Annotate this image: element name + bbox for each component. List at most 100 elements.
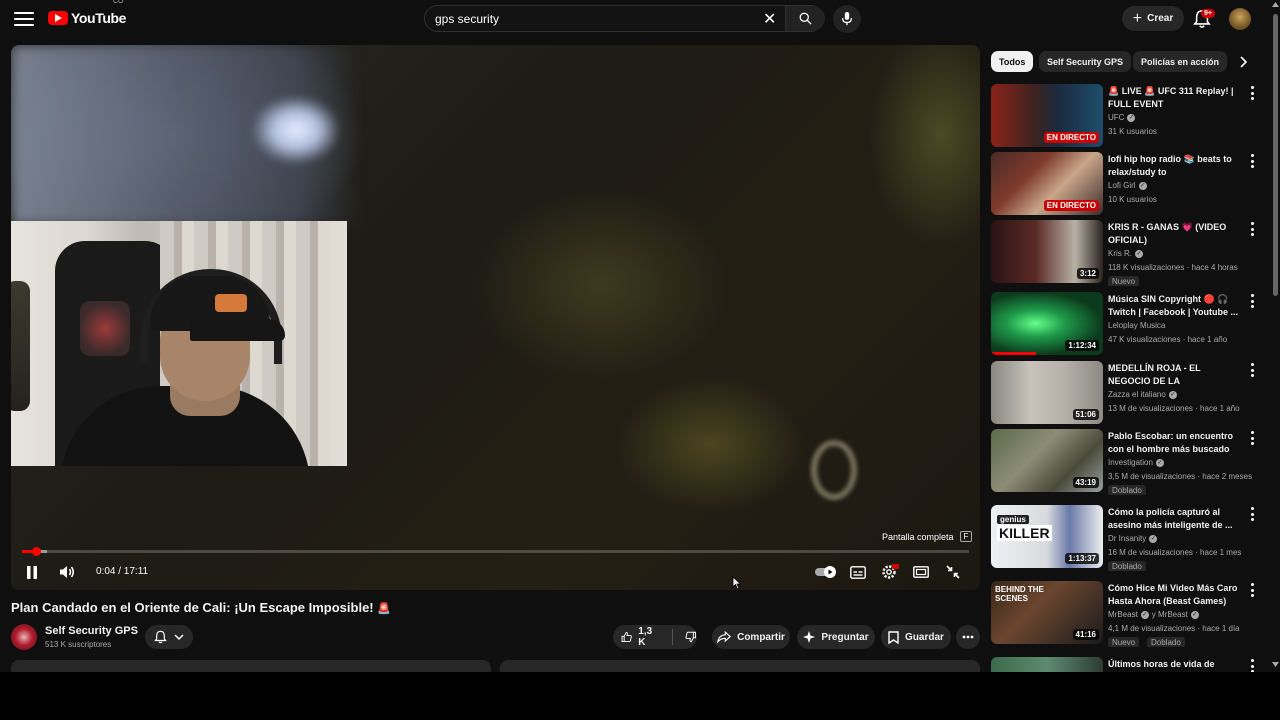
more-options-icon[interactable] <box>1248 507 1256 521</box>
theater-mode-button[interactable] <box>912 564 930 580</box>
recommendation-item[interactable]: 51:06 MEDELLÍN ROJA - EL NEGOCIO DE LA PR… <box>991 361 1261 427</box>
recommendation-title[interactable]: MEDELLÍN ROJA - EL NEGOCIO DE LA PROSTIT… <box>1108 362 1244 388</box>
recommendation-channel[interactable]: Lofi Girl ✓ <box>1108 181 1147 190</box>
video-thumbnail[interactable]: genius KILLER 1:13:37 <box>991 505 1103 568</box>
scrollbar-thumb[interactable] <box>1273 14 1278 296</box>
recommendation-title[interactable]: 🚨 LIVE 🚨 UFC 311 Replay! | FULL EVENT <box>1108 85 1244 111</box>
video-thumbnail[interactable]: 3:12 <box>991 220 1103 283</box>
video-player[interactable]: Pantalla completa F 0:04 / 17:11 <box>11 45 980 590</box>
share-button[interactable]: Compartir <box>712 625 790 649</box>
recommendation-title[interactable]: Cómo Hice Mi Video Más Caro Hasta Ahora … <box>1108 582 1244 608</box>
verified-check-icon: ✓ <box>1138 181 1147 190</box>
duration-badge: 51:06 <box>1072 409 1099 420</box>
video-thumbnail[interactable] <box>991 657 1103 672</box>
autoplay-toggle[interactable] <box>815 564 837 580</box>
more-dot <box>1250 583 1254 586</box>
logo-text: YouTube <box>71 10 127 26</box>
pause-button[interactable] <box>24 564 40 580</box>
progress-scrubber[interactable] <box>31 547 41 556</box>
recommendation-item[interactable]: 3:12 KRIS R - GANAS 💗 (VIDEO OFICIAL) Kris… <box>991 220 1261 286</box>
more-options-icon[interactable] <box>1248 86 1256 100</box>
more-actions-button[interactable] <box>956 625 980 649</box>
voice-search-button[interactable] <box>833 5 861 33</box>
more-options-icon[interactable] <box>1248 431 1256 445</box>
like-button[interactable]: 1,3 K <box>621 626 658 648</box>
recommendation-item[interactable]: BEHIND THE SCENES 41:16 Cómo Hice Mi Video… <box>991 581 1261 647</box>
more-options-icon[interactable] <box>1248 583 1256 597</box>
recommendation-item[interactable]: EN DIRECTO lofi hip hop radio 📚 beats to … <box>991 152 1261 218</box>
recommendation-channel[interactable]: MrBeast ✓ y MrBeast ✓ <box>1108 610 1199 619</box>
youtube-logo[interactable]: YouTube <box>48 10 126 26</box>
clear-search-icon[interactable]: ✕ <box>763 9 776 29</box>
subscriber-count: 513 K suscriptores <box>45 640 112 649</box>
chevron-right-icon[interactable] <box>1236 54 1250 70</box>
recommendation-channel[interactable]: Leloplay Musica <box>1108 321 1165 330</box>
volume-button[interactable] <box>58 564 76 580</box>
channel-name[interactable]: Self Security GPS <box>45 625 138 637</box>
subtitles-icon <box>850 565 866 579</box>
recommendation-title[interactable]: Pablo Escobar: un encuentro con el hombr… <box>1108 430 1244 456</box>
recommendation-channel[interactable]: UFC ✓ <box>1108 113 1136 122</box>
save-button[interactable]: Guardar <box>881 625 951 649</box>
fullscreen-tooltip-label: Pantalla completa <box>882 531 954 542</box>
duration-badge: 1:13:37 <box>1065 553 1099 564</box>
subtitles-button[interactable] <box>849 564 867 580</box>
recommendation-title[interactable]: Últimos horas de vida de <box>1108 658 1244 671</box>
recommendation-item[interactable]: 1:12:34 Música SIN Copyright 🔴 🎧 Twitch |… <box>991 292 1261 358</box>
recommendation-title[interactable]: lofi hip hop radio 📚 beats to relax/stud… <box>1108 153 1244 179</box>
recommendation-channel[interactable]: Investigation ✓ <box>1108 458 1164 467</box>
settings-button[interactable] <box>880 564 900 580</box>
chip-policias-en-accion[interactable]: Policías en acción <box>1133 51 1228 72</box>
volume-icon <box>60 566 74 578</box>
thumbs-down-icon[interactable] <box>685 630 697 644</box>
page-scrollbar[interactable] <box>1271 0 1280 672</box>
recommendation-channel[interactable]: Kris R. ✓ <box>1108 249 1143 258</box>
more-options-icon[interactable] <box>1248 294 1256 308</box>
duration-badge: 41:16 <box>1072 629 1099 640</box>
video-thumbnail[interactable]: BEHIND THE SCENES 41:16 <box>991 581 1103 644</box>
chip-todos[interactable]: Todos <box>991 51 1034 72</box>
video-title-text: Plan Candado en el Oriente de Cali: ¡Un … <box>11 600 374 615</box>
recommendation-item[interactable]: EN DIRECTO 🚨 LIVE 🚨 UFC 311 Replay! | FUL… <box>991 84 1261 150</box>
recommendation-item[interactable]: 43:19 Pablo Escobar: un encuentro con el … <box>991 429 1261 495</box>
recommendation-item[interactable]: genius KILLER 1:13:37 Cómo la policía captu… <box>991 505 1261 571</box>
menu-icon[interactable] <box>14 12 34 26</box>
channel-name-text: Lofi Girl <box>1108 181 1136 190</box>
exit-fullscreen-icon <box>946 565 960 579</box>
recommendation-badge: Doblado <box>1147 637 1185 647</box>
video-thumbnail[interactable]: EN DIRECTO <box>991 152 1103 215</box>
video-thumbnail[interactable]: EN DIRECTO <box>991 84 1103 147</box>
more-dot <box>1250 165 1254 168</box>
recommendation-title[interactable]: KRIS R - GANAS 💗 (VIDEO OFICIAL) <box>1108 221 1244 247</box>
channel-avatar[interactable] <box>11 624 37 650</box>
recommendation-item[interactable]: Últimos horas de vida de <box>991 657 1261 672</box>
recommendation-channel[interactable]: Zazza el italiano ✓ <box>1108 390 1177 399</box>
plus-icon: + <box>1132 9 1143 27</box>
create-button[interactable]: + Crear <box>1122 6 1184 31</box>
subscription-bell-button[interactable] <box>145 625 193 649</box>
more-dot <box>1250 154 1254 157</box>
more-options-icon[interactable] <box>1248 659 1256 672</box>
video-thumbnail[interactable]: 1:12:34 <box>991 292 1103 355</box>
chip-self-security-gps[interactable]: Self Security GPS <box>1039 51 1132 72</box>
ask-button[interactable]: Preguntar <box>797 625 875 649</box>
fullscreen-button[interactable] <box>944 564 962 580</box>
progress-bar[interactable] <box>22 547 969 556</box>
more-dot <box>1250 363 1254 366</box>
search-input[interactable] <box>435 12 755 26</box>
scroll-up-icon[interactable] <box>1272 2 1279 7</box>
more-options-icon[interactable] <box>1248 154 1256 168</box>
more-options-icon[interactable] <box>1248 222 1256 236</box>
recommendation-title[interactable]: Cómo la policía capturó al asesino más i… <box>1108 506 1244 532</box>
share-label: Compartir <box>737 631 785 643</box>
recommendation-channel[interactable]: Dr Insanity ✓ <box>1108 534 1158 543</box>
video-thumbnail[interactable]: 51:06 <box>991 361 1103 424</box>
recommendation-title[interactable]: Música SIN Copyright 🔴 🎧 Twitch | Facebo… <box>1108 293 1244 319</box>
more-options-icon[interactable] <box>1248 363 1256 377</box>
account-avatar[interactable] <box>1229 8 1251 30</box>
search-button[interactable] <box>785 6 825 31</box>
scroll-down-icon[interactable] <box>1272 662 1279 667</box>
more-dot <box>1250 518 1254 521</box>
more-dot <box>1250 233 1254 236</box>
video-thumbnail[interactable]: 43:19 <box>991 429 1103 492</box>
